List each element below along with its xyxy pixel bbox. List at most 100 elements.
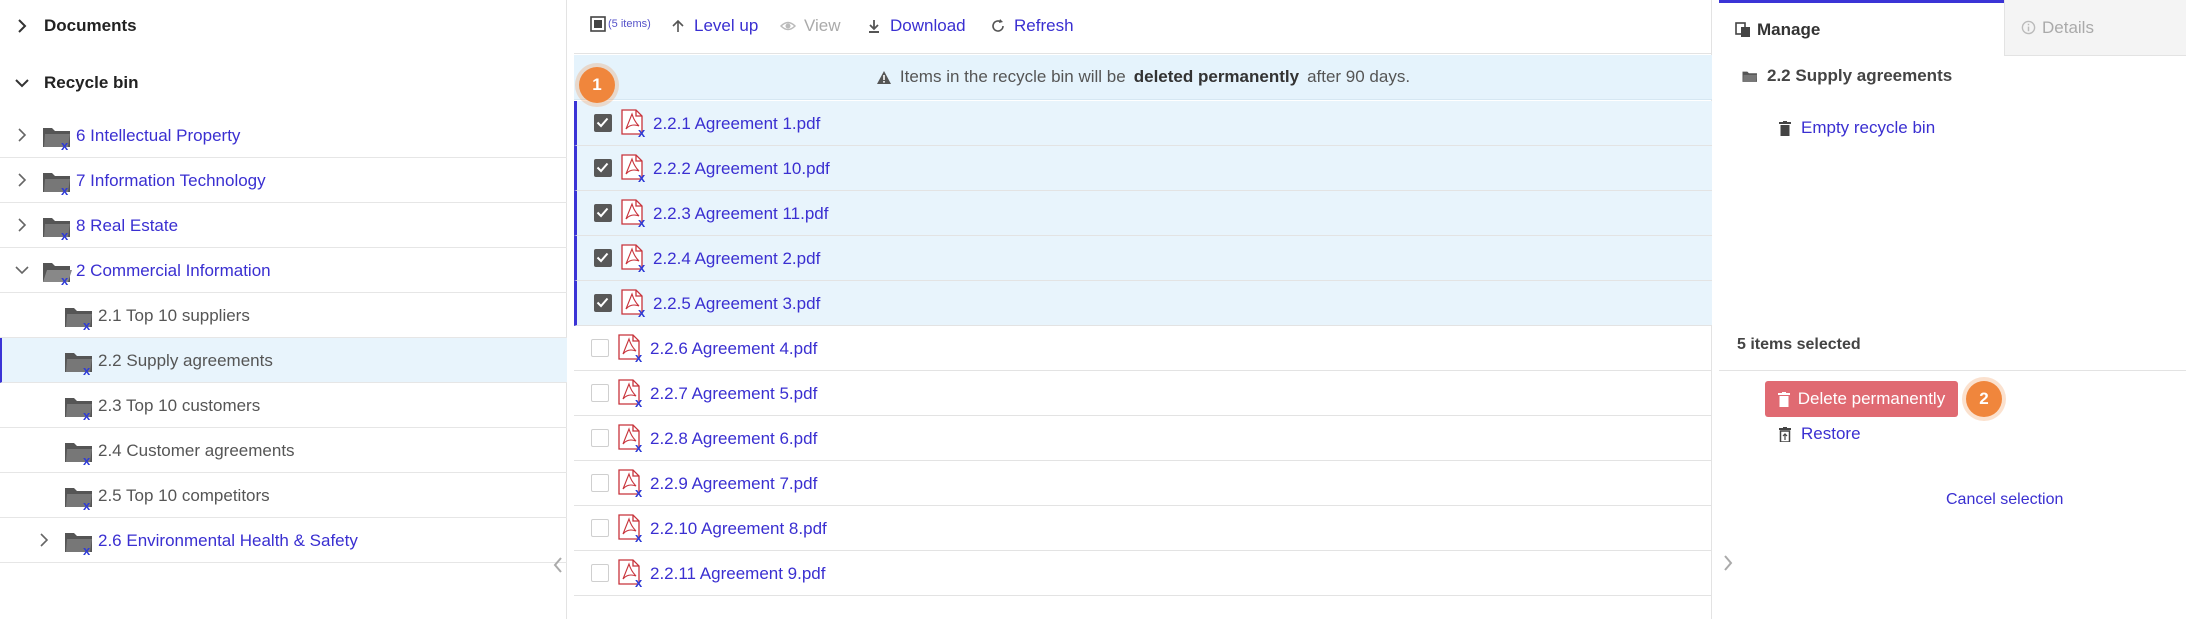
- row-checkbox[interactable]: [591, 519, 609, 537]
- select-all-icon[interactable]: [590, 16, 606, 32]
- tree-item[interactable]: x 2 Commercial Information: [0, 248, 567, 293]
- file-name-link[interactable]: 2.2.11 Agreement 9.pdf: [650, 564, 825, 584]
- chevron-right-icon[interactable]: [34, 530, 54, 550]
- chevron-right-icon[interactable]: [12, 170, 32, 190]
- refresh-label: Refresh: [1014, 16, 1074, 35]
- delete-permanently-button[interactable]: Delete permanently: [1765, 381, 1958, 417]
- tree-item-label[interactable]: 2 Commercial Information: [76, 261, 271, 281]
- chevron-down-icon[interactable]: [12, 73, 32, 93]
- row-checkbox[interactable]: [594, 159, 612, 177]
- chevron-right-icon[interactable]: [12, 16, 32, 36]
- deleted-marker: x: [61, 183, 69, 198]
- tree-item[interactable]: x 2.4 Customer agreements: [0, 428, 567, 473]
- chevron-right-icon[interactable]: [12, 215, 32, 235]
- file-row[interactable]: x 2.2.2 Agreement 10.pdf: [574, 146, 1712, 191]
- pdf-file-icon: x: [618, 514, 644, 545]
- pdf-file-icon: x: [618, 334, 644, 365]
- tree-section-label: Documents: [44, 16, 137, 35]
- tree-item-label[interactable]: 6 Intellectual Property: [76, 126, 240, 146]
- recycle-bin-app: Documents Recycle bin x 6 Intellectual P…: [0, 0, 2186, 619]
- file-name-link[interactable]: 2.2.2 Agreement 10.pdf: [653, 159, 830, 179]
- current-folder-label: 2.2 Supply agreements: [1767, 66, 1953, 85]
- level-up-button[interactable]: Level up: [670, 16, 758, 36]
- row-checkbox[interactable]: [594, 249, 612, 267]
- cancel-selection-link[interactable]: Cancel selection: [1946, 491, 2063, 509]
- file-name-link[interactable]: 2.2.6 Agreement 4.pdf: [650, 339, 817, 359]
- file-row[interactable]: x 2.2.7 Agreement 5.pdf: [574, 371, 1712, 416]
- file-row[interactable]: x 2.2.1 Agreement 1.pdf: [574, 101, 1712, 146]
- row-checkbox[interactable]: [594, 294, 612, 312]
- step-badge-2: 2: [1966, 381, 2002, 417]
- tree-section-recycle-bin[interactable]: Recycle bin: [0, 57, 567, 109]
- restore-label: Restore: [1801, 424, 1861, 443]
- row-checkbox[interactable]: [594, 204, 612, 222]
- file-name-link[interactable]: 2.2.8 Agreement 6.pdf: [650, 429, 817, 449]
- deleted-marker: x: [83, 498, 91, 513]
- folder-tree: Documents Recycle bin x 6 Intellectual P…: [0, 0, 567, 619]
- refresh-button[interactable]: Refresh: [990, 16, 1074, 36]
- tree-item-label[interactable]: 2.6 Environmental Health & Safety: [98, 531, 358, 551]
- file-name-link[interactable]: 2.2.3 Agreement 11.pdf: [653, 204, 828, 224]
- chevron-right-icon[interactable]: [12, 125, 32, 145]
- tree-item-label[interactable]: 2.2 Supply agreements: [98, 351, 273, 371]
- file-row[interactable]: x 2.2.4 Agreement 2.pdf: [574, 236, 1712, 281]
- row-checkbox[interactable]: [591, 429, 609, 447]
- tree-section-documents[interactable]: Documents: [0, 0, 567, 52]
- restore-button[interactable]: Restore: [1779, 424, 1861, 444]
- row-checkbox[interactable]: [591, 564, 609, 582]
- file-name-link[interactable]: 2.2.10 Agreement 8.pdf: [650, 519, 827, 539]
- row-checkbox[interactable]: [594, 114, 612, 132]
- collapse-left-icon[interactable]: [550, 553, 566, 577]
- chevron-down-icon[interactable]: [12, 260, 32, 280]
- file-row[interactable]: x 2.2.6 Agreement 4.pdf: [574, 326, 1712, 371]
- tree-item-label[interactable]: 2.5 Top 10 competitors: [98, 486, 270, 506]
- check-icon: [596, 162, 609, 173]
- tree-item-label[interactable]: 8 Real Estate: [76, 216, 178, 236]
- check-icon: [596, 117, 609, 128]
- file-row[interactable]: x 2.2.11 Agreement 9.pdf: [574, 551, 1712, 596]
- file-row[interactable]: x 2.2.3 Agreement 11.pdf: [574, 191, 1712, 236]
- download-button[interactable]: Download: [866, 16, 966, 36]
- empty-recycle-bin-button[interactable]: Empty recycle bin: [1779, 118, 1935, 138]
- tree-item-label[interactable]: 2.4 Customer agreements: [98, 441, 295, 461]
- pdf-file-icon: x: [618, 424, 644, 455]
- current-folder: 2.2 Supply agreements: [1741, 66, 1952, 86]
- tree-item-label[interactable]: 2.1 Top 10 suppliers: [98, 306, 250, 326]
- tree-item[interactable]: x 2.6 Environmental Health & Safety: [0, 518, 567, 563]
- tree-item[interactable]: x 6 Intellectual Property: [0, 113, 567, 158]
- tab-manage[interactable]: Manage: [1719, 0, 2004, 56]
- deleted-marker: x: [61, 228, 69, 243]
- file-row[interactable]: x 2.2.9 Agreement 7.pdf: [574, 461, 1712, 506]
- select-all-toggle[interactable]: (5 items): [590, 16, 651, 32]
- file-name-link[interactable]: 2.2.4 Agreement 2.pdf: [653, 249, 820, 269]
- view-button[interactable]: View: [780, 16, 841, 36]
- tree-item[interactable]: x 2.5 Top 10 competitors: [0, 473, 567, 518]
- file-row[interactable]: x 2.2.5 Agreement 3.pdf: [574, 281, 1712, 326]
- download-icon: [869, 20, 879, 33]
- file-row[interactable]: x 2.2.8 Agreement 6.pdf: [574, 416, 1712, 461]
- tree-item[interactable]: x 2.3 Top 10 customers: [0, 383, 567, 428]
- tab-details[interactable]: Details: [2004, 0, 2186, 56]
- file-row[interactable]: x 2.2.10 Agreement 8.pdf: [574, 506, 1712, 551]
- deleted-marker: x: [635, 575, 643, 590]
- tree-item-selected[interactable]: x 2.2 Supply agreements: [0, 338, 567, 383]
- file-name-link[interactable]: 2.2.1 Agreement 1.pdf: [653, 114, 820, 134]
- file-name-link[interactable]: 2.2.7 Agreement 5.pdf: [650, 384, 817, 404]
- notice-text-after: after 90 days.: [1307, 67, 1411, 86]
- row-checkbox[interactable]: [591, 384, 609, 402]
- row-checkbox[interactable]: [591, 474, 609, 492]
- row-checkbox[interactable]: [591, 339, 609, 357]
- deleted-marker: x: [638, 125, 646, 140]
- tree-item[interactable]: x 8 Real Estate: [0, 203, 567, 248]
- file-name-link[interactable]: 2.2.5 Agreement 3.pdf: [653, 294, 820, 314]
- tree-item[interactable]: x 2.1 Top 10 suppliers: [0, 293, 567, 338]
- tree-item[interactable]: x 7 Information Technology: [0, 158, 567, 203]
- manage-icon: [1735, 21, 1750, 37]
- tree-item-label[interactable]: 7 Information Technology: [76, 171, 266, 191]
- divider: [1719, 370, 2186, 371]
- tree-item-label[interactable]: 2.3 Top 10 customers: [98, 396, 260, 416]
- restore-icon: [1779, 426, 1791, 442]
- deleted-marker: x: [635, 395, 643, 410]
- file-name-link[interactable]: 2.2.9 Agreement 7.pdf: [650, 474, 817, 494]
- deleted-marker: x: [635, 530, 643, 545]
